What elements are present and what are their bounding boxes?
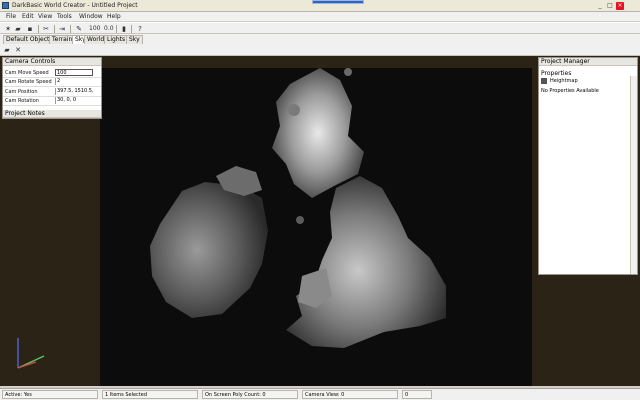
menu-help[interactable]: Help xyxy=(107,13,121,20)
status-camera-view: Camera View: 0 xyxy=(302,390,398,399)
object-tabs: Default Objects Terrain Sky World Lights… xyxy=(0,34,640,45)
terrain-hebrides xyxy=(288,104,300,116)
help-icon[interactable]: ? xyxy=(136,25,144,33)
no-properties-text: No Properties Available xyxy=(541,88,599,94)
minimize-button[interactable]: _ xyxy=(596,2,604,10)
property-row: Cam Rotation 30, 0, 0 xyxy=(3,97,101,106)
cam-rotate-speed-value[interactable]: 2 xyxy=(55,78,93,85)
toolbar-separator xyxy=(116,25,117,33)
status-fps: 0 xyxy=(402,390,432,399)
status-poly-count: On Screen Poly Count: 0 xyxy=(202,390,298,399)
menu-tools[interactable]: Tools xyxy=(57,13,72,20)
delete-icon[interactable]: ✕ xyxy=(14,46,22,54)
camera-controls-panel: Camera Controls Cam Move Speed 100 Cam R… xyxy=(2,57,102,119)
new-file-icon[interactable]: ✶ xyxy=(4,25,12,33)
maximize-button[interactable]: □ xyxy=(606,2,614,10)
toolbar-separator xyxy=(38,25,39,33)
terrain-orkney xyxy=(344,68,352,76)
save-icon[interactable]: ▪ xyxy=(26,25,34,33)
camera-controls-title: Camera Controls xyxy=(3,58,101,66)
app-icon xyxy=(2,2,9,9)
axis-gizmo xyxy=(17,338,45,369)
toolbar-separator xyxy=(131,25,132,33)
menu-window[interactable]: Window xyxy=(79,13,103,20)
menu-file[interactable]: File xyxy=(6,13,16,20)
status-active: Active: Yes xyxy=(2,390,98,399)
cam-position-value[interactable]: 397.5, 1510.5, 3672.6 xyxy=(55,88,93,95)
cam-rotation-label: Cam Rotation xyxy=(5,98,39,104)
window-title: DarkBasic World Creator - Untitled Proje… xyxy=(12,2,138,9)
status-selection: 1 Items Selected xyxy=(102,390,198,399)
menu-bar: File Edit View Tools Window Help xyxy=(0,12,640,21)
title-bar: DarkBasic World Creator - Untitled Proje… xyxy=(0,0,640,12)
cam-position-label: Cam Position xyxy=(5,89,38,95)
property-row: Cam Position 397.5, 1510.5, 3672.6 xyxy=(3,88,101,97)
open-folder-icon[interactable]: ▰ xyxy=(14,25,22,33)
cam-rotate-speed-label: Cam Rotate Speed xyxy=(5,79,52,85)
project-manager-title: Project Manager xyxy=(539,58,637,66)
property-row: Cam Rotate Speed 2 xyxy=(3,78,101,87)
menu-view[interactable]: View xyxy=(38,13,52,20)
import-icon[interactable]: ⇥ xyxy=(58,25,66,33)
cam-move-speed-input[interactable]: 100 xyxy=(55,69,93,76)
pencil-icon[interactable]: ✎ xyxy=(75,25,83,33)
cut-icon[interactable]: ✂ xyxy=(42,25,50,33)
cam-move-speed-label: Cam Move Speed xyxy=(5,70,49,76)
loading-progress-fill xyxy=(313,1,363,3)
properties-label: Properties xyxy=(541,70,572,77)
loading-progress-bar xyxy=(312,0,364,4)
cam-rotation-value[interactable]: 30, 0, 0 xyxy=(55,97,93,104)
project-manager-panel: Project Manager Properties Heightmap No … xyxy=(538,57,638,275)
bookmark-icon[interactable]: ▮ xyxy=(120,25,128,33)
heightmap-item[interactable]: Heightmap xyxy=(550,78,578,84)
terrain-isle-of-man xyxy=(296,216,304,224)
step-value: 0.0 xyxy=(104,25,114,32)
toolbar-separator xyxy=(70,25,71,33)
menu-edit[interactable]: Edit xyxy=(22,13,34,20)
close-button[interactable]: × xyxy=(616,2,624,10)
open-icon[interactable]: ▰ xyxy=(3,46,11,54)
heightmap-icon xyxy=(541,78,547,84)
status-bar: Active: Yes 1 Items Selected On Screen P… xyxy=(0,388,640,400)
zoom-value: 100 xyxy=(89,25,101,32)
properties-scrollbar[interactable] xyxy=(630,76,637,274)
sub-toolbar: ▰ ✕ xyxy=(0,44,640,56)
toolbar-separator xyxy=(54,25,55,33)
main-toolbar: ✶ ▰ ▪ ✂ ⇥ ✎ 100 0.0 ▮ ? xyxy=(0,22,640,34)
project-notes-header[interactable]: Project Notes xyxy=(3,110,101,118)
property-row: Cam Move Speed 100 xyxy=(3,69,101,78)
